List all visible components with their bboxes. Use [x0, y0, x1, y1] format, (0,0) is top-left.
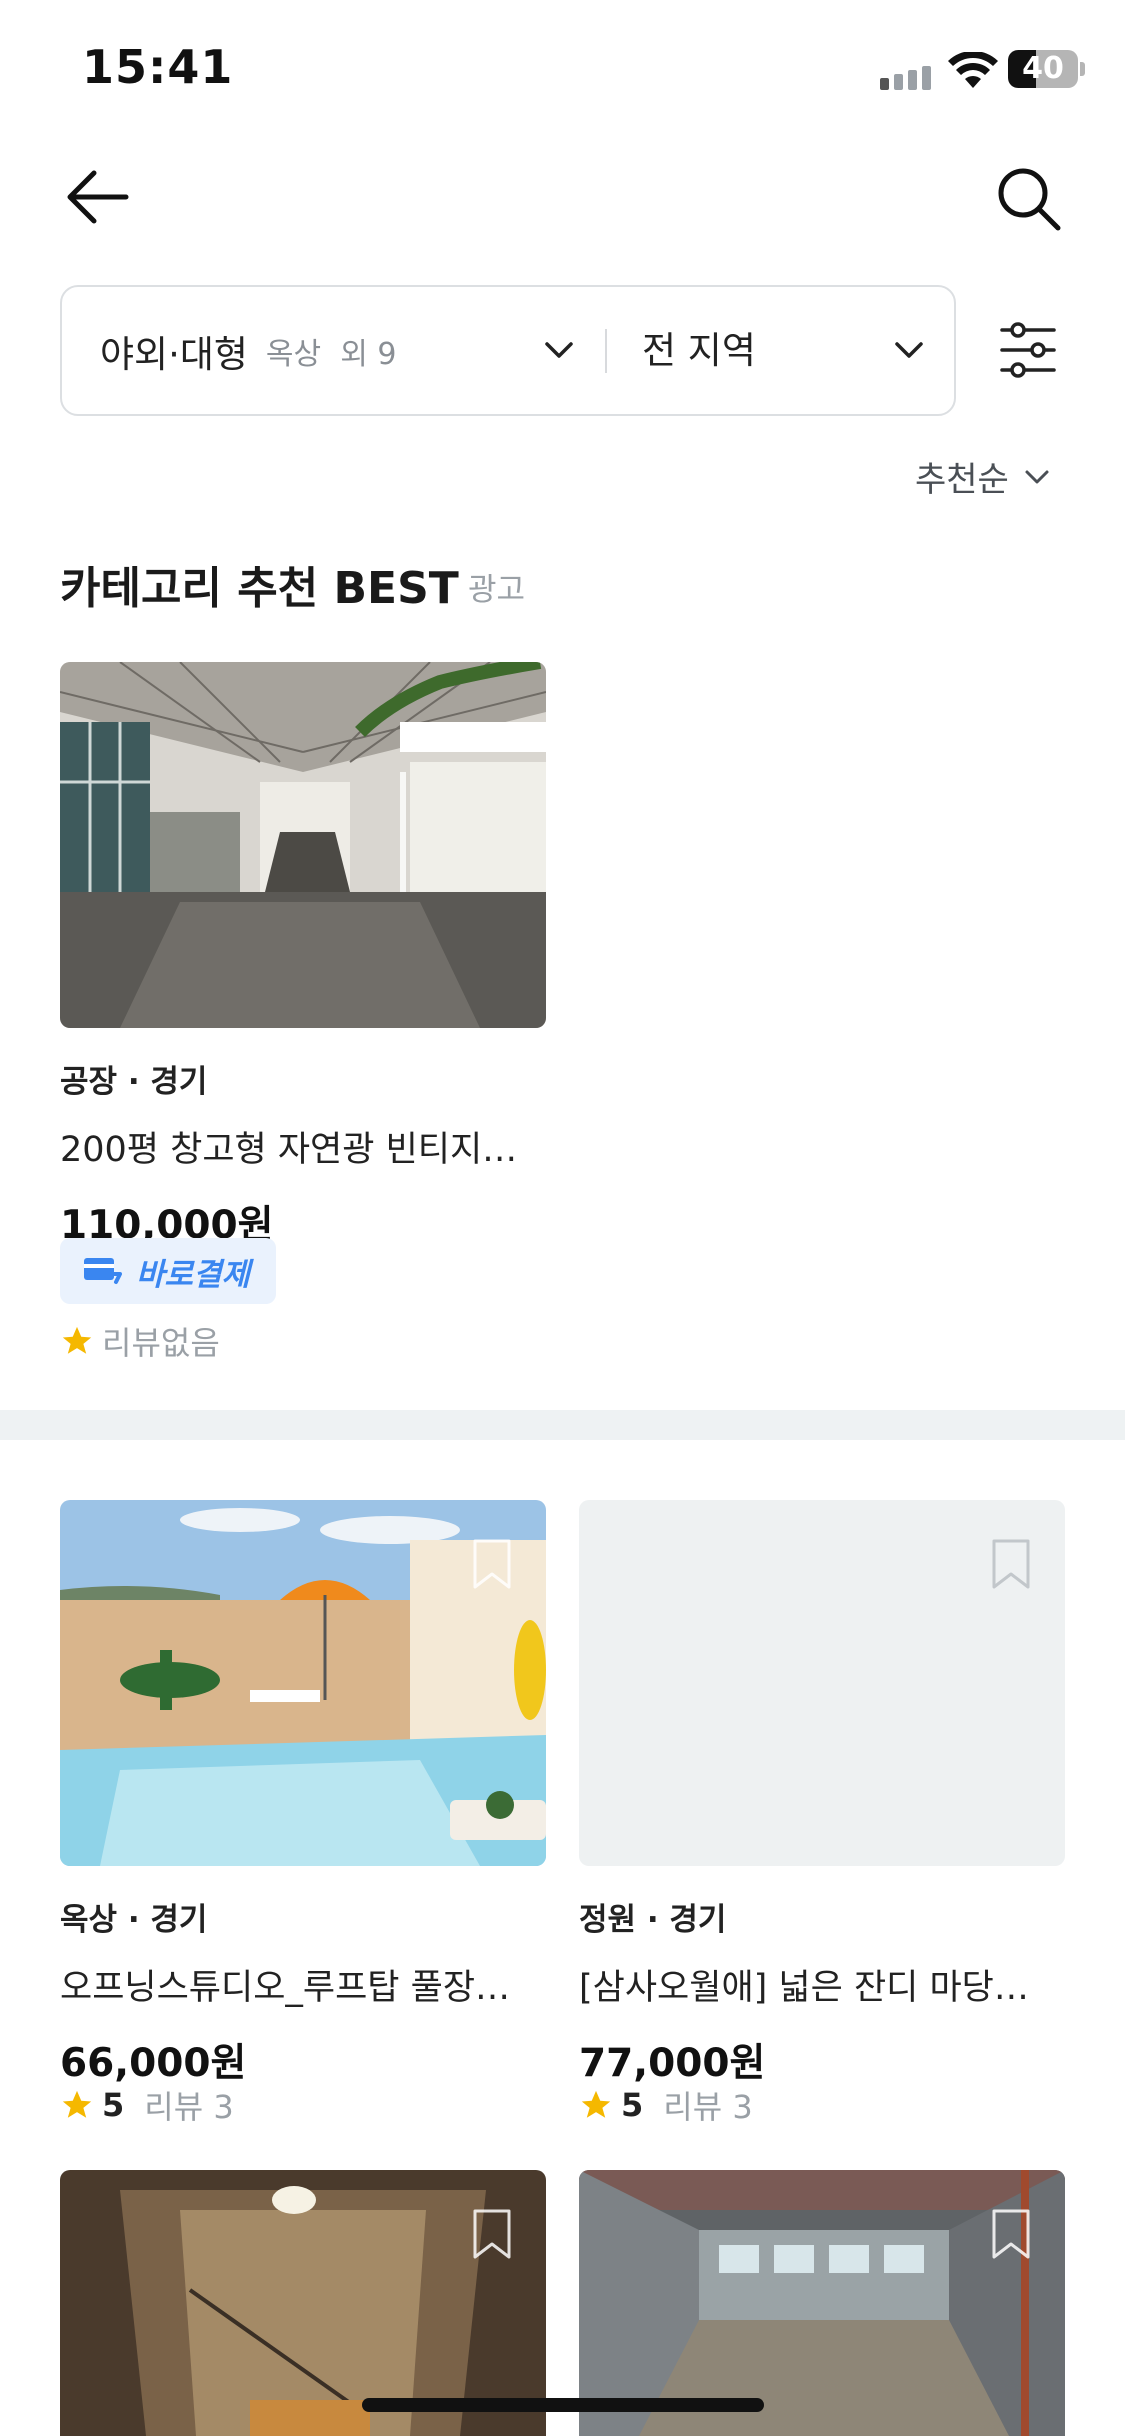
chevron-down-icon[interactable]: [892, 333, 926, 367]
wifi-icon: [948, 52, 998, 88]
listing-rating: 5 리뷰 3: [579, 2082, 753, 2128]
battery-icon: 40: [1008, 50, 1078, 88]
signal-icon: [880, 66, 931, 90]
bookmark-icon[interactable]: [472, 2208, 512, 2260]
listing-price: 66,000원: [60, 2041, 247, 2086]
status-bar: 15:41 40: [0, 0, 1125, 140]
listing-category: 공장 · 경기: [60, 1064, 208, 1100]
category-filter[interactable]: 야외·대형 옥상 외 9: [100, 287, 396, 414]
star-icon: [62, 1326, 92, 1354]
category-filter-sub: 옥상 외 9: [265, 336, 397, 372]
instant-pay-badge: 바로결제: [60, 1238, 276, 1304]
section-title: 카테고리 추천 BEST: [60, 563, 459, 614]
listing-card[interactable]: 옥상 · 경기 오프닝스튜디오_루프탑 풀장… 66,000원: [60, 1500, 546, 2088]
search-button[interactable]: [995, 165, 1063, 233]
listing-price: 77,000원: [579, 2041, 766, 2086]
filter-divider: [605, 329, 607, 373]
battery-level: 40: [1022, 51, 1064, 86]
battery-tip: [1080, 62, 1085, 76]
review-count: 리뷰 3: [663, 2088, 753, 2126]
star-icon: [581, 2090, 611, 2118]
instant-pay-label: 바로결제: [136, 1256, 251, 1293]
back-button[interactable]: [60, 165, 134, 229]
listing-title: [삼사오월애] 넓은 잔디 마당…: [579, 1968, 1029, 2008]
listing-rating: 5 리뷰 3: [60, 2082, 234, 2128]
category-filter-label: 야외·대형: [100, 332, 248, 376]
listing-title: 오프닝스튜디오_루프탑 풀장…: [60, 1968, 511, 2008]
review-count: 리뷰 3: [144, 2088, 234, 2126]
listing-card[interactable]: [579, 2170, 1065, 2436]
region-filter[interactable]: 전 지역: [642, 287, 756, 414]
star-icon: [62, 2090, 92, 2118]
listing-category: 정원 · 경기: [579, 1902, 727, 1938]
bookmark-icon[interactable]: [472, 1538, 512, 1590]
filter-box: 야외·대형 옥상 외 9 전 지역: [60, 285, 956, 416]
sort-label: 추천순: [915, 460, 1009, 500]
best-listing-card[interactable]: 공장 · 경기 200평 창고형 자연광 빈티지… 110,000원: [60, 662, 546, 1250]
ad-label: 광고: [468, 572, 526, 608]
listing-card[interactable]: 정원 · 경기 [삼사오월애] 넓은 잔디 마당… 77,000원: [579, 1500, 1065, 2088]
rating-value: 5: [102, 2086, 125, 2124]
home-indicator[interactable]: [362, 2398, 764, 2412]
listing-image: [60, 2170, 546, 2436]
listing-card[interactable]: [60, 2170, 546, 2436]
listing-image: [60, 1500, 546, 1866]
sort-dropdown[interactable]: 추천순: [915, 452, 1051, 501]
card-icon: [84, 1258, 122, 1284]
chevron-down-icon[interactable]: [542, 333, 576, 367]
bookmark-icon[interactable]: [991, 2208, 1031, 2260]
bookmark-icon[interactable]: [991, 1538, 1031, 1590]
listing-image: [60, 662, 546, 1028]
chevron-down-icon: [1025, 470, 1049, 483]
review-none: 리뷰없음: [102, 1324, 220, 1362]
section-separator: [0, 1410, 1125, 1440]
listing-category: 옥상 · 경기: [60, 1902, 208, 1938]
sliders-icon[interactable]: [998, 320, 1058, 380]
listing-rating: 리뷰없음: [60, 1318, 220, 1364]
status-time: 15:41: [82, 40, 234, 94]
listing-title: 200평 창고형 자연광 빈티지…: [60, 1130, 518, 1170]
rating-value: 5: [621, 2086, 644, 2124]
listing-image-placeholder: [579, 1500, 1065, 1866]
listing-image: [579, 2170, 1065, 2436]
